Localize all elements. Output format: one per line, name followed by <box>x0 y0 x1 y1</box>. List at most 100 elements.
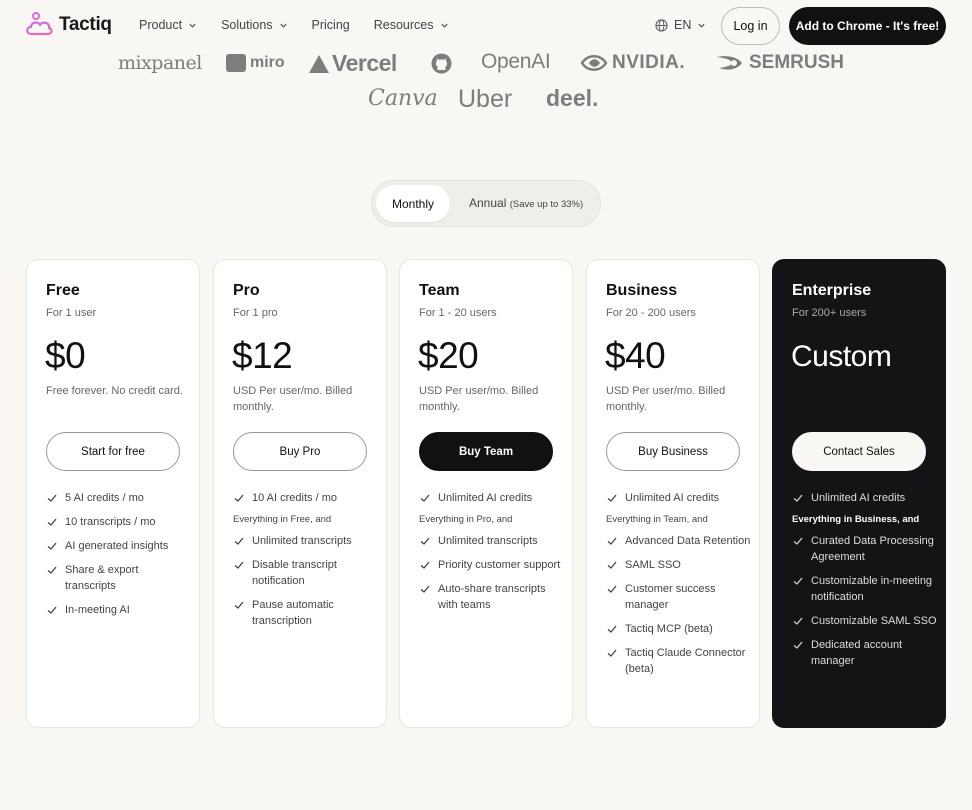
feature-text: Unlimited transcripts <box>252 535 352 547</box>
plan-card-pro: Pro For 1 pro $12 USD Per user/mo. Billed m… <box>213 259 387 728</box>
plan-features: Unlimited AI credits Everything in Busine… <box>792 490 937 677</box>
feature-text: Disable transcript notification <box>252 559 337 587</box>
check-icon <box>420 494 430 502</box>
logo-vercel: Vercel <box>308 50 397 77</box>
feature-item: 5 AI credits / mo <box>46 490 191 506</box>
check-icon <box>47 542 57 550</box>
feature-item: 10 AI credits / mo <box>233 490 378 506</box>
check-icon <box>234 494 244 502</box>
feature-text: AI generated insights <box>65 540 169 552</box>
menu-product[interactable]: Product <box>139 18 197 32</box>
feature-item: Priority customer support <box>419 557 564 573</box>
logo-miro: miro <box>226 54 285 72</box>
plan-audience: For 1 - 20 users <box>419 307 497 319</box>
check-icon <box>793 577 803 585</box>
feature-text: Tactiq Claude Connector (beta) <box>625 647 746 675</box>
billing-annual-option[interactable]: Annual (Save up to 33%) <box>469 196 583 210</box>
feature-item: AI generated insights <box>46 538 191 554</box>
feature-item: Unlimited AI credits <box>419 490 564 506</box>
plan-price: Custom <box>791 340 892 373</box>
feature-item: Share & export transcripts <box>46 562 191 594</box>
check-icon <box>793 641 803 649</box>
plan-name: Team <box>419 282 460 299</box>
language-selector[interactable]: EN <box>655 18 706 32</box>
menu-label: Product <box>139 18 183 32</box>
plan-features: 10 AI credits / mo Everything in Free, an… <box>233 490 378 637</box>
plan-audience: For 1 pro <box>233 307 278 319</box>
feature-text: Dedicated account manager <box>811 639 903 667</box>
menu-solutions[interactable]: Solutions <box>221 18 287 32</box>
menu-label: Solutions <box>221 18 273 32</box>
billing-toggle: Monthly Annual (Save up to 33%) <box>371 180 601 227</box>
plan-price: $40 <box>605 335 666 376</box>
semrush-wordmark: SEMRUSH <box>749 52 845 73</box>
check-icon <box>607 585 617 593</box>
nvidia-wordmark: NVIDIA. <box>612 52 686 73</box>
chevron-down-icon <box>189 23 196 28</box>
plan-name: Business <box>606 282 678 299</box>
miro-mark-icon <box>226 54 246 72</box>
plan-price-note: USD Per user/mo. Billed monthly. <box>419 385 539 413</box>
check-icon <box>607 649 617 657</box>
menu-label: Pricing <box>311 18 350 32</box>
feature-text: Tactiq MCP (beta) <box>625 623 713 635</box>
plan-audience: For 1 user <box>46 307 97 319</box>
logo-canva: Canva <box>368 86 438 111</box>
feature-group-heading: Everything in Pro, and <box>419 514 513 525</box>
check-icon <box>234 561 244 569</box>
check-icon <box>420 585 430 593</box>
check-icon <box>793 537 803 545</box>
feature-text: 10 transcripts / mo <box>65 516 156 528</box>
feature-text: Unlimited AI credits <box>625 492 720 504</box>
add-to-chrome-button[interactable]: Add to Chrome - It's free! <box>789 7 946 45</box>
feature-text: Curated Data Processing Agreement <box>811 535 934 563</box>
chevron-down-icon <box>698 23 705 28</box>
miro-wordmark: miro <box>250 54 285 71</box>
brand-name: Tactiq <box>59 14 112 35</box>
plan-price: $20 <box>418 335 479 376</box>
plan-cta-button[interactable]: Buy Business <box>606 432 740 471</box>
plan-audience: For 200+ users <box>792 307 867 319</box>
plan-card-team: Team For 1 - 20 users $20 USD Per user/mo. … <box>399 259 573 728</box>
feature-text: Unlimited AI credits <box>438 492 533 504</box>
plan-name: Free <box>46 282 80 299</box>
vercel-wordmark: Vercel <box>332 50 397 76</box>
feature-item: 10 transcripts / mo <box>46 514 191 530</box>
logo-deel: deel. <box>546 85 599 111</box>
menu-pricing[interactable]: Pricing <box>312 18 350 32</box>
feature-text: Unlimited transcripts <box>438 535 538 547</box>
main-menu: Product Solutions Pricing Resources <box>139 18 473 32</box>
plan-cta-button[interactable]: Contact Sales <box>792 432 926 471</box>
feature-group-heading: Everything in Team, and <box>606 514 708 525</box>
billing-monthly-option[interactable]: Monthly <box>376 185 450 222</box>
feature-item: Advanced Data Retention <box>606 533 751 549</box>
feature-item: Auto-share transcripts with teams <box>419 581 564 613</box>
login-button[interactable]: Log in <box>721 7 780 45</box>
feature-text: Pause automatic transcription <box>252 599 334 627</box>
check-icon <box>607 494 617 502</box>
language-label: EN <box>674 18 692 32</box>
plan-cta-button[interactable]: Start for free <box>46 432 180 471</box>
feature-item: Customizable SAML SSO <box>792 613 937 629</box>
feature-item: SAML SSO <box>606 557 751 573</box>
feature-text: Unlimited AI credits <box>811 492 906 504</box>
annual-label: Annual <box>469 196 507 210</box>
logo-openai: OpenAI <box>481 50 551 73</box>
cloud-logo-icon <box>26 12 53 36</box>
check-icon <box>234 537 244 545</box>
nvidia-eye-icon <box>580 55 608 71</box>
check-icon <box>607 537 617 545</box>
feature-item: Curated Data Processing Agreement <box>792 533 937 565</box>
feature-item: Customizable in-meeting notification <box>792 573 937 605</box>
plan-price-note: USD Per user/mo. Billed monthly. <box>606 385 726 413</box>
plan-cta-button[interactable]: Buy Pro <box>233 432 367 471</box>
feature-item: Disable transcript notification <box>233 557 378 589</box>
feature-item: Dedicated account manager <box>792 637 937 669</box>
github-icon <box>431 53 452 74</box>
plan-price: $12 <box>232 335 293 376</box>
plan-cta-button[interactable]: Buy Team <box>419 432 553 471</box>
check-icon <box>234 601 244 609</box>
check-icon <box>607 561 617 569</box>
brand-logo[interactable]: Tactiq <box>25 12 112 38</box>
menu-resources[interactable]: Resources <box>374 18 449 32</box>
